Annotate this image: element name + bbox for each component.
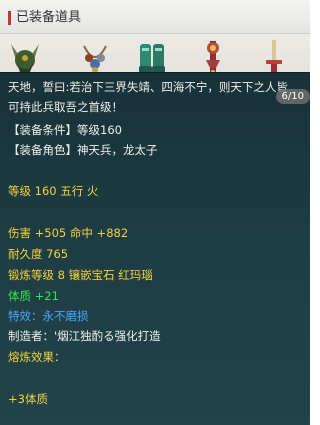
page-indicator: 6/10 bbox=[275, 89, 310, 104]
constitution-bonus: 体质 +21 bbox=[8, 289, 59, 303]
item-tooltip: 天地，誓曰:若治下三界失靖、四海不宁，则天下之人皆 可持此兵取吾之首级！ 【装备… bbox=[0, 72, 310, 425]
damage-hit: 伤害 +505 命中 +882 bbox=[8, 226, 129, 240]
equipped-items-header: 已装备道具 bbox=[0, 0, 310, 34]
header-accent-bar bbox=[8, 11, 11, 25]
durability: 耐久度 765 bbox=[8, 247, 69, 261]
maker-info: 制造者：'烟江独酌る强化打造 bbox=[8, 329, 161, 343]
forge-gem: 锻炼等级 8 镶嵌宝石 红玛瑙 bbox=[8, 268, 153, 282]
panel-title: 已装备道具 bbox=[16, 10, 82, 25]
equip-requirement: 【装备条件】等级160 bbox=[8, 123, 122, 137]
item-description-line2: 可持此兵取吾之首级！ bbox=[8, 100, 123, 114]
level-element: 等级 160 五行 火 bbox=[8, 184, 99, 198]
refine-value: +3体质 bbox=[8, 392, 48, 406]
item-description-line1: 天地，誓曰:若治下三界失靖、四海不宁，则天下之人皆 bbox=[8, 80, 288, 94]
special-effect: 特效：永不磨损 bbox=[8, 309, 89, 323]
equip-role: 【装备角色】神天兵，龙太子 bbox=[8, 143, 158, 157]
refine-label: 熔炼效果： bbox=[8, 350, 66, 364]
